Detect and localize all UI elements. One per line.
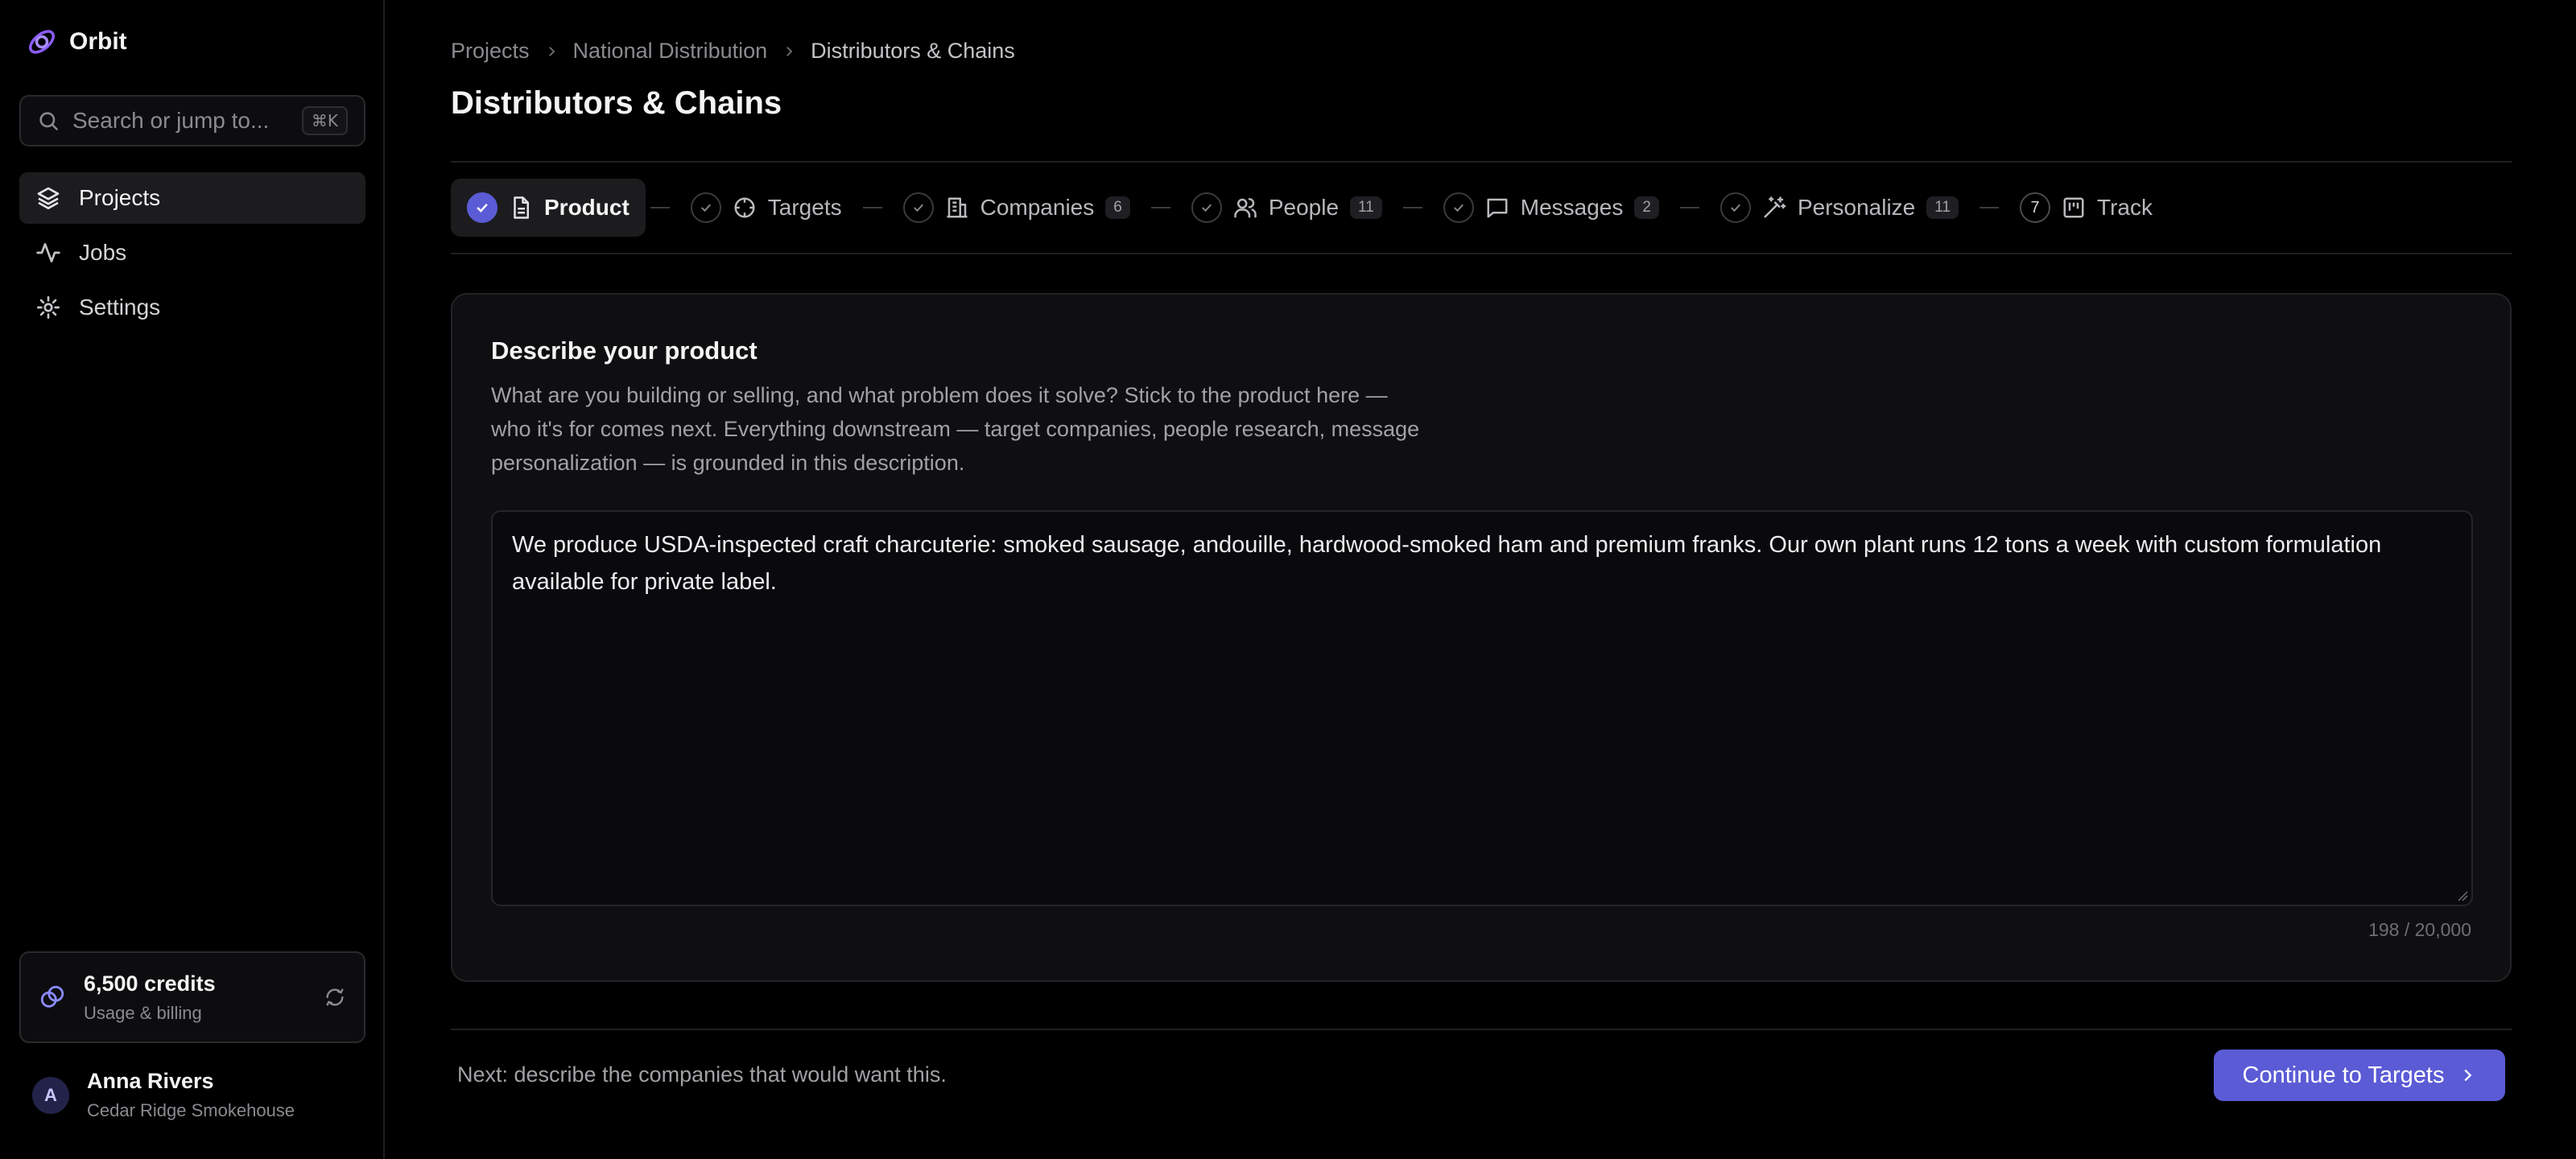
users-icon xyxy=(1234,198,1257,218)
refresh-icon[interactable] xyxy=(324,986,346,1008)
step-personalize[interactable]: Personalize 11 xyxy=(1704,179,1975,237)
step-separator xyxy=(1679,207,1699,208)
sidebar-item-projects[interactable]: Projects xyxy=(19,172,365,224)
product-description-card: Describe your product What are you build… xyxy=(451,293,2512,982)
step-separator xyxy=(1979,207,1999,208)
app-name: Orbit xyxy=(69,28,127,55)
step-label: Companies xyxy=(980,195,1095,220)
step-count-badge: 11 xyxy=(1926,196,1959,219)
sidebar-nav: Projects Jobs Settings xyxy=(19,172,365,336)
sidebar-item-settings[interactable]: Settings xyxy=(19,282,365,333)
footer-divider xyxy=(451,1029,2512,1030)
breadcrumb-project[interactable]: National Distribution xyxy=(573,39,768,64)
continue-button-label: Continue to Targets xyxy=(2242,1062,2445,1088)
user-company: Cedar Ridge Smokehouse xyxy=(87,1100,295,1120)
check-icon xyxy=(690,192,721,223)
step-product[interactable]: Product xyxy=(451,179,646,237)
credits-card[interactable]: 6,500 credits Usage & billing xyxy=(19,951,365,1043)
coins-icon xyxy=(40,985,64,1008)
avatar: A xyxy=(32,1076,69,1114)
check-icon xyxy=(1719,192,1751,223)
credits-subtitle: Usage & billing xyxy=(84,1002,202,1023)
step-count-badge: 2 xyxy=(1634,196,1659,219)
breadcrumb: Projects National Distribution Distribut… xyxy=(451,39,1015,64)
product-description-textarea[interactable]: We produce USDA-inspected craft charcute… xyxy=(491,510,2473,906)
card-heading: Describe your product xyxy=(491,336,758,365)
layers-icon xyxy=(37,187,60,209)
sidebar-item-label: Jobs xyxy=(79,240,127,265)
step-label: Product xyxy=(544,195,630,220)
check-icon xyxy=(467,192,497,223)
kanban-icon xyxy=(2063,197,2084,218)
check-icon xyxy=(1191,192,1222,223)
user-name: Anna Rivers xyxy=(87,1069,214,1093)
search-icon xyxy=(39,112,58,130)
step-targets[interactable]: Targets xyxy=(675,179,858,237)
shortcut-badge: ⌘K xyxy=(301,106,348,135)
step-label: Messages xyxy=(1520,195,1624,220)
orbit-logo-icon xyxy=(29,30,55,54)
message-icon xyxy=(1487,198,1508,218)
activity-icon xyxy=(36,243,60,262)
step-separator xyxy=(650,207,670,208)
step-separator xyxy=(1402,207,1422,208)
check-icon xyxy=(902,192,934,223)
step-separator xyxy=(1150,207,1170,208)
step-companies[interactable]: Companies 6 xyxy=(887,179,1146,237)
gear-icon xyxy=(37,296,60,319)
search-input[interactable]: Search or jump to... ⌘K xyxy=(19,95,365,146)
chevron-right-icon xyxy=(786,46,793,56)
textarea-value: We produce USDA-inspected craft charcute… xyxy=(512,532,2382,595)
sidebar-item-label: Projects xyxy=(79,185,161,210)
step-label: Personalize xyxy=(1797,195,1916,220)
page-title: Distributors & Chains xyxy=(451,85,782,121)
sidebar-item-jobs[interactable]: Jobs xyxy=(19,227,365,278)
magic-wand-icon xyxy=(1764,196,1786,218)
resize-handle-icon[interactable] xyxy=(2457,890,2468,901)
step-track[interactable]: 7 Track xyxy=(2004,179,2169,237)
check-icon xyxy=(1443,192,1474,223)
crosshair-icon xyxy=(734,197,755,218)
brand[interactable]: Orbit xyxy=(26,26,127,58)
file-text-icon xyxy=(514,196,529,219)
sidebar: Orbit Search or jump to... ⌘K Projects J… xyxy=(0,0,385,1159)
chevron-right-icon xyxy=(2464,1069,2472,1082)
step-label: Track xyxy=(2097,195,2153,220)
step-count-badge: 11 xyxy=(1350,196,1382,219)
step-number: 7 xyxy=(2020,192,2050,223)
step-messages[interactable]: Messages 2 xyxy=(1427,179,1675,237)
continue-button[interactable]: Continue to Targets xyxy=(2214,1050,2505,1101)
step-count-badge: 6 xyxy=(1105,196,1130,219)
user-profile[interactable]: A Anna Rivers Cedar Ridge Smokehouse xyxy=(32,1069,295,1121)
card-description: What are you building or selling, and wh… xyxy=(491,383,1420,475)
step-people[interactable]: People 11 xyxy=(1175,179,1398,237)
sidebar-item-label: Settings xyxy=(79,295,161,320)
workflow-stepper: Product Targets Companies 6 People 11 Me… xyxy=(451,161,2512,254)
next-step-hint: Next: describe the companies that would … xyxy=(457,1062,947,1087)
character-counter: 198 / 20,000 xyxy=(2368,919,2471,940)
step-label: Targets xyxy=(767,195,842,220)
step-label: People xyxy=(1268,195,1340,220)
credits-amount: 6,500 credits xyxy=(84,971,216,996)
step-separator xyxy=(862,207,882,208)
chevron-right-icon xyxy=(548,46,555,56)
building-icon xyxy=(947,197,968,218)
search-placeholder: Search or jump to... xyxy=(72,108,270,133)
breadcrumb-projects[interactable]: Projects xyxy=(451,39,530,64)
breadcrumb-current: Distributors & Chains xyxy=(811,39,1015,63)
